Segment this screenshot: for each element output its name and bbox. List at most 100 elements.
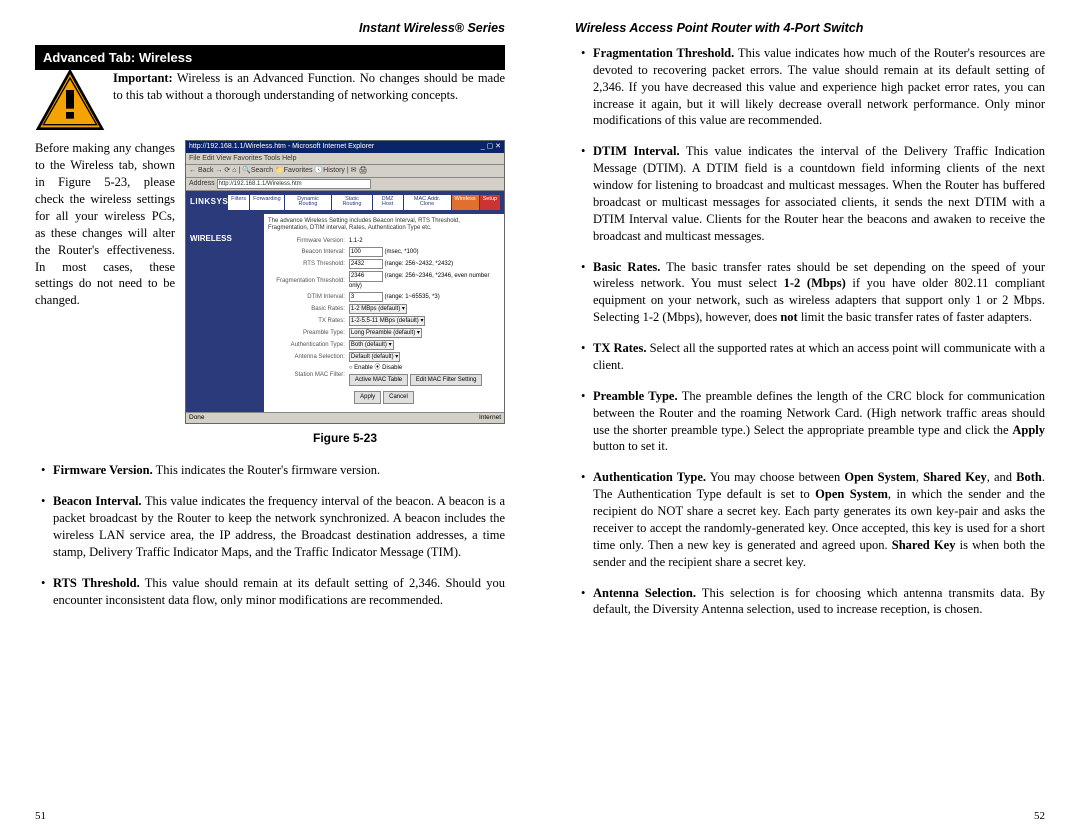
list-term: DTIM Interval. [593,144,680,158]
list-text: The basic transfer rates should be set d… [593,260,1045,325]
list-text: This indicates the Router's firmware ver… [153,463,380,477]
text-input[interactable]: 2432 [349,259,383,269]
list-item: TX Rates. Select all the supported rates… [575,340,1045,374]
right-bullet-list: Fragmentation Threshold. This value indi… [575,45,1045,618]
right-page: Wireless Access Point Router with 4-Port… [540,0,1080,834]
address-label: Address [189,180,215,187]
field-label: Beacon Interval: [268,246,347,258]
field-label: Preamble Type: [268,327,347,339]
router-header: LINKSYS FiltersForwardingDynamic Routing… [186,191,504,214]
field-value: Both (default) ▾ [347,339,500,351]
list-term: Basic Rates. [593,260,660,274]
select-dropdown[interactable]: Default (default) ▾ [349,352,400,362]
ie-menubar: File Edit View Favorites Tools Help [186,153,504,165]
ie-statusbar: Done Internet [186,412,504,424]
warning-row: Important: Wireless is an Advanced Funct… [35,70,505,130]
list-text: You may choose between Open System, Shar… [593,470,1045,568]
left-header: Instant Wireless® Series [35,20,505,37]
page-container: Instant Wireless® Series Advanced Tab: W… [0,0,1080,834]
field-label: Fragmentation Threshold: [268,270,347,290]
list-item: Preamble Type. The preamble defines the … [575,388,1045,456]
list-item: Fragmentation Threshold. This value indi… [575,45,1045,129]
select-dropdown[interactable]: Both (default) ▾ [349,340,394,350]
apply-button[interactable]: Apply [354,391,381,403]
field-label: Authentication Type: [268,339,347,351]
field-value: 1-2-5.5-11 MBps (default) ▾ [347,315,500,327]
status-right: Internet [479,414,501,423]
field-value: Long Preamble (default) ▾ [347,327,500,339]
mac-filter-button[interactable]: Active MAC Table [349,374,408,386]
left-bullet-list: Firmware Version. This indicates the Rou… [35,462,505,608]
field-label: Basic Rates: [268,303,347,315]
router-tabs: FiltersForwardingDynamic RoutingStatic R… [228,195,500,210]
intro-row: Before making any changes to the Wireles… [35,140,505,456]
list-term: Firmware Version. [53,463,153,477]
router-body: WIRELESS The advance Wireless Setting in… [186,214,504,412]
list-term: Antenna Selection. [593,586,696,600]
radio-option[interactable]: ○ Enable [349,365,375,371]
select-dropdown[interactable]: 1-2 MBps (default) ▾ [349,304,407,314]
select-dropdown[interactable]: 1-2-5.5-11 MBps (default) ▾ [349,316,426,326]
router-tab[interactable]: Filters [228,195,249,210]
field-value: 100 (msec, *100) [347,246,500,258]
radio-option[interactable]: ⦿ Disable [375,365,403,371]
section-title: Advanced Tab: Wireless [35,45,505,71]
list-text: This value indicates the interval of the… [593,144,1045,242]
list-item: Antenna Selection. This selection is for… [575,585,1045,619]
field-label: Station MAC Filter: [268,363,347,387]
router-page: LINKSYS FiltersForwardingDynamic Routing… [186,191,504,412]
list-item: RTS Threshold. This value should remain … [35,575,505,609]
router-tab[interactable]: Dynamic Routing [285,195,332,210]
left-page: Instant Wireless® Series Advanced Tab: W… [0,0,540,834]
warning-icon [35,70,105,130]
list-text: Select all the supported rates at which … [593,341,1045,372]
page-number-left: 51 [35,809,46,824]
router-tab[interactable]: MAC Addr. Clone [404,195,451,210]
field-value: 3 (range: 1~65535, *3) [347,291,500,303]
list-term: Authentication Type. [593,470,706,484]
list-term: TX Rates. [593,341,646,355]
list-item: DTIM Interval. This value indicates the … [575,143,1045,244]
list-term: Preamble Type. [593,389,678,403]
router-tab[interactable]: DMZ Host [373,195,403,210]
router-tab[interactable]: Static Routing [332,195,371,210]
page-number-right: 52 [1034,809,1045,824]
router-tab[interactable]: Wireless [452,195,479,210]
list-term: RTS Threshold. [53,576,140,590]
address-field[interactable]: http://192.168.1.1/Wireless.htm [217,179,371,189]
warning-text: Important: Wireless is an Advanced Funct… [113,70,505,130]
field-value: 2432 (range: 256~2432, *2432) [347,258,500,270]
list-term: Beacon Interval. [53,494,142,508]
ie-window: http://192.168.1.1/Wireless.htm - Micros… [185,140,505,424]
list-item: Basic Rates. The basic transfer rates sh… [575,259,1045,327]
field-value: 1-2 MBps (default) ▾ [347,303,500,315]
text-input[interactable]: 3 [349,292,383,302]
router-form: The advance Wireless Setting includes Be… [264,214,504,412]
select-dropdown[interactable]: Long Preamble (default) ▾ [349,328,422,338]
field-value: 2346 (range: 256~2346, *2346, even numbe… [347,270,500,290]
list-item: Beacon Interval. This value indicates th… [35,493,505,561]
router-tab[interactable]: Setup [480,195,500,210]
mac-filter-button[interactable]: Edit MAC Filter Setting [410,374,483,386]
list-item: Authentication Type. You may choose betw… [575,469,1045,570]
field-label: Firmware Version: [268,236,347,246]
brand-logo: LINKSYS [190,197,228,208]
ie-titlebar: http://192.168.1.1/Wireless.htm - Micros… [186,141,504,152]
cancel-button[interactable]: Cancel [383,391,414,403]
warning-label: Important: [113,71,173,85]
ie-window-controls: _ ▢ ✕ [481,142,501,151]
list-item: Firmware Version. This indicates the Rou… [35,462,505,479]
field-value: ○ Enable ⦿ Disable Active MAC Table Edit… [347,363,500,387]
router-apply-row: Apply Cancel [268,387,500,407]
field-value: 1.1-2 [347,236,500,246]
field-label: TX Rates: [268,315,347,327]
field-value: Default (default) ▾ [347,351,500,363]
router-note: The advance Wireless Setting includes Be… [268,218,500,232]
intro-text: Before making any changes to the Wireles… [35,140,175,456]
status-left: Done [189,414,205,423]
field-label: DTIM Interval: [268,291,347,303]
router-tab[interactable]: Forwarding [250,195,284,210]
text-input[interactable]: 100 [349,247,383,257]
field-label: RTS Threshold: [268,258,347,270]
text-input[interactable]: 2346 [349,271,383,281]
